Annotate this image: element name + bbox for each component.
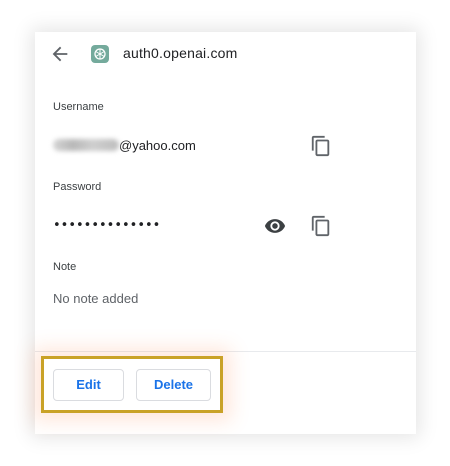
password-value: ••••••••••••••	[53, 218, 161, 233]
username-value: @yahoo.com	[53, 138, 196, 153]
password-label: Password	[53, 181, 102, 193]
show-password-button[interactable]	[264, 215, 286, 237]
username-domain: @yahoo.com	[119, 138, 196, 153]
copy-password-button[interactable]	[310, 215, 332, 237]
arrow-left-icon	[52, 46, 68, 62]
delete-button[interactable]: Delete	[136, 369, 211, 401]
copy-icon	[311, 135, 330, 157]
note-value: No note added	[53, 291, 139, 306]
edit-button[interactable]: Edit	[53, 369, 124, 401]
note-label: Note	[53, 261, 77, 273]
site-title: auth0.openai.com	[123, 45, 238, 61]
username-redacted	[53, 139, 119, 151]
password-details-card: auth0.openai.com Username @yahoo.com Pas…	[35, 32, 416, 434]
eye-icon	[264, 219, 286, 233]
username-label: Username	[53, 101, 104, 113]
page: auth0.openai.com Username @yahoo.com Pas…	[0, 0, 450, 466]
copy-icon	[311, 215, 330, 237]
header: auth0.openai.com	[35, 32, 416, 76]
copy-username-button[interactable]	[310, 135, 332, 157]
back-button[interactable]	[49, 43, 71, 65]
divider	[35, 351, 416, 352]
openai-logo-icon	[91, 45, 109, 63]
